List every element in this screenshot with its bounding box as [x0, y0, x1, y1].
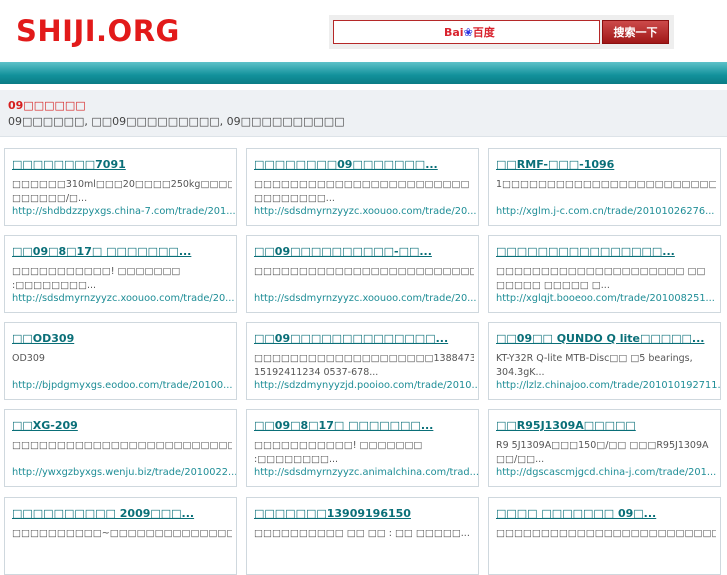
result-card: □□09□□□□□□□□□□-□□... □□□□□□□□□□□□□□□□□□□…: [246, 235, 479, 313]
result-card: □□09□□ QUNDO Q lite□□□□□... KT-Y32R Q-li…: [488, 322, 721, 400]
result-card: □□□□□□□□09□□□□□□□... □□□□□□□□□□□□□□□□□□□…: [246, 148, 479, 226]
result-url-link[interactable]: http://sdsdmyrnzyyzc.xoouoo.com/trade/20…: [254, 293, 477, 304]
search-input[interactable]: Bai❀百度: [333, 20, 600, 44]
result-description: □□□□□□□□□□~□□□□□□□□□□□□□□□□□□□□□□□□...: [12, 528, 232, 539]
baidu-logo-chinese: 百度: [472, 26, 495, 39]
result-description: 1□□□□□□□□□□□□□□□□□□□□□□□□□□□□□□□□□□□□□□.…: [496, 179, 716, 190]
result-url-link[interactable]: http://sdsdmyrnzyyzc.xoouoo.com/trade/20…: [254, 206, 477, 217]
result-url-link[interactable]: http://ywxgzbyxgs.wenju.biz/trade/201002…: [12, 467, 236, 478]
result-description: KT-Y32R Q-lite MTB-Disc□□ □5 bearings, 3…: [496, 353, 693, 378]
result-description: □□□□□□□□□□□□□□□□□□□□□□□□□□: [12, 440, 232, 451]
search-button[interactable]: 搜索一下: [602, 20, 669, 44]
result-title-link[interactable]: □□RMF-□□□-1096: [496, 158, 614, 171]
result-title-link[interactable]: □□09□□□□□□□□□□-□□...: [254, 245, 432, 258]
result-card: □□□□□□□□7091 □□□□□□310ml□□□20□□□□250kg□□…: [4, 148, 237, 226]
result-title-link[interactable]: □□09□8□17□ □□□□□□□...: [12, 245, 191, 258]
result-card: □□09□8□17□ □□□□□□□... □□□□□□□□□□□! □□□□□…: [246, 409, 479, 487]
result-card: □□XG-209 □□□□□□□□□□□□□□□□□□□□□□□□□□ http…: [4, 409, 237, 487]
baidu-search-bar: Bai❀百度 搜索一下: [329, 15, 674, 49]
result-title-link[interactable]: □□□□□□□□7091: [12, 158, 126, 171]
result-description: □□□□□□□□□□□□□□□□□□□□□□□□□...: [496, 528, 716, 539]
intro-description: 09□□□□□□, □□09□□□□□□□□□, 09□□□□□□□□□□: [8, 115, 345, 128]
baidu-logo-text: Bai: [444, 26, 464, 39]
result-card: □□□□□□□□□□ 2009□□□... □□□□□□□□□□~□□□□□□□…: [4, 497, 237, 575]
result-card: □□09□□□□□□□□□□□□□□... □□□□□□□□□□□□□□□□□□…: [246, 322, 479, 400]
result-url-link[interactable]: http://xglm.j-c.com.cn/trade/20101026276…: [496, 206, 714, 217]
result-description: OD309: [12, 353, 45, 364]
result-description: □□□□□□□□□□□□□□□□□□□□13884736367 15192411…: [254, 353, 474, 378]
result-card: □□R95J1309A□□□□□ R9 5J1309A□□□150□/□□ □□…: [488, 409, 721, 487]
intro-title: 09□□□□□□: [8, 99, 86, 112]
result-url-link[interactable]: http://sdzdmynyyzjd.pooioo.com/trade/201…: [254, 380, 478, 391]
result-title-link[interactable]: □□09□□□□□□□□□□□□□□...: [254, 332, 448, 345]
result-card: □□□□ □□□□□□□ 09□... □□□□□□□□□□□□□□□□□□□□…: [488, 497, 721, 575]
result-url-link[interactable]: http://bjpdgmyxgs.eodoo.com/trade/20100.…: [12, 380, 233, 391]
result-card: □□□□□□□□□□□□□□□□... □□□□□□□□□□□□□□□□□□□□…: [488, 235, 721, 313]
result-card: □□RMF-□□□-1096 1□□□□□□□□□□□□□□□□□□□□□□□□…: [488, 148, 721, 226]
site-logo[interactable]: SHIJI.ORG: [16, 14, 180, 48]
result-description: □□□□□□□□□□□! □□□□□□□ :□□□□□□□□...: [12, 266, 181, 291]
baidu-paw-icon: ❀: [463, 26, 473, 39]
result-card: □□□□□□□13909196150 □□□□□□□□□□ □□ □□ : □□…: [246, 497, 479, 575]
baidu-logo: Bai❀百度: [444, 24, 495, 40]
result-title-link[interactable]: □□□□□□□□09□□□□□□□...: [254, 158, 438, 171]
result-url-link[interactable]: http://xglqjt.booeoo.com/trade/201008251…: [496, 293, 715, 304]
header-bar: [0, 62, 727, 84]
result-description: □□□□□□□□□□□□□□□□□□□□□□□□□□□□□□□□□□□□□□..…: [254, 266, 474, 277]
result-title-link[interactable]: □□09□□ QUNDO Q lite□□□□□...: [496, 332, 704, 345]
result-url-link[interactable]: http://dgscascmjgcd.china-j.com/trade/20…: [496, 467, 716, 478]
result-url-link[interactable]: http://shdbdzzpyxgs.china-7.com/trade/20…: [12, 206, 236, 217]
result-description: □□□□□□□□□□□□□□□□□□□□□□□□ □□□□□□□□...: [254, 179, 470, 204]
result-card: □□OD309 OD309 http://bjpdgmyxgs.eodoo.co…: [4, 322, 237, 400]
result-description: □□□□□□310ml□□□20□□□□250kg□□□□□□□ □□□□□□/…: [12, 179, 232, 204]
result-title-link[interactable]: □□OD309: [12, 332, 74, 345]
result-title-link[interactable]: □□XG-209: [12, 419, 78, 432]
result-title-link[interactable]: □□□□□□□□□□□□□□□□...: [496, 245, 675, 258]
intro-section: 09□□□□□□ 09□□□□□□, □□09□□□□□□□□□, 09□□□□…: [0, 90, 727, 137]
result-title-link[interactable]: □□R95J1309A□□□□□: [496, 419, 636, 432]
result-description: □□□□□□□□□□ □□ □□ : □□ □□□□□...: [254, 528, 470, 539]
result-description: □□□□□□□□□□□□□□□□□□□□□ □□ □□□□□ □□□□□ □..…: [496, 266, 706, 291]
result-url-link[interactable]: http://lzlz.chinajoo.com/trade/201010192…: [496, 380, 720, 391]
result-title-link[interactable]: □□09□8□17□ □□□□□□□...: [254, 419, 433, 432]
result-url-link[interactable]: http://sdsdmyrnzyyzc.xoouoo.com/trade/20…: [12, 293, 235, 304]
result-description: □□□□□□□□□□□! □□□□□□□ :□□□□□□□□...: [254, 440, 423, 465]
result-title-link[interactable]: □□□□ □□□□□□□ 09□...: [496, 507, 656, 520]
result-title-link[interactable]: □□□□□□□13909196150: [254, 507, 411, 520]
result-title-link[interactable]: □□□□□□□□□□ 2009□□□...: [12, 507, 194, 520]
result-url-link[interactable]: http://sdsdmyrnzyyzc.animalchina.com/tra…: [254, 467, 478, 478]
result-description: R9 5J1309A□□□150□/□□ □□□R95J1309A □□/□□.…: [496, 440, 709, 465]
result-card: □□09□8□17□ □□□□□□□... □□□□□□□□□□□! □□□□□…: [4, 235, 237, 313]
